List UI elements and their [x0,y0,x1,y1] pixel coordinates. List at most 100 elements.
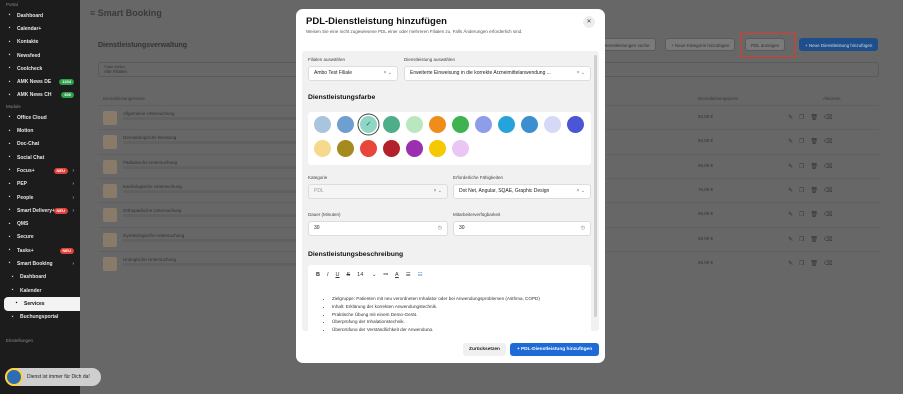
bullet-list-icon[interactable]: ☷ [418,272,423,278]
close-icon[interactable]: ✕ [583,16,595,28]
add-pdl-service-button[interactable]: + PDL-Dienstleistung hinzufügen [510,343,599,356]
trash-icon[interactable]: ⌫ [824,164,838,170]
color-swatch[interactable] [544,116,561,133]
color-swatch[interactable] [383,140,400,157]
color-swatch[interactable] [498,116,515,133]
sidebar-item-kontakte[interactable]: ▪ Kontakte [0,36,80,49]
color-swatch[interactable] [406,140,423,157]
underline-icon[interactable]: U [336,272,340,278]
sidebar-item-kalender[interactable]: ▪ Kalender [0,284,80,297]
sidebar-item-dashboard[interactable]: ▪ Dashboard [0,271,80,284]
add-category-button[interactable]: + Neue Kategorie hinzufügen [665,38,736,51]
sidebar-item-motion[interactable]: ▪ Motion [0,124,80,137]
copy-icon[interactable]: ❐ [799,139,810,145]
edit-icon[interactable]: ✎ [788,164,799,170]
sidebar-item-social-chat[interactable]: ▪ Social Chat [0,151,80,164]
color-swatch[interactable] [521,116,538,133]
sidebar-item-amk-news-ch[interactable]: ▪ AMK News CH 606 [0,89,80,102]
branch-select[interactable]: Ambo Test Filiale × ⌄ [308,66,398,81]
delete-icon[interactable]: 🗑 [810,164,824,170]
sidebar-item-label: Office Cloud [17,114,47,121]
color-swatch[interactable] [452,116,469,133]
add-service-button[interactable]: + Neue Dienstleistung hinzufügen [799,38,879,51]
ordered-list-icon[interactable]: ☰ [406,272,411,278]
sidebar-settings[interactable]: Einstellungen [0,336,80,345]
color-swatch[interactable] [314,140,331,157]
color-swatch[interactable] [475,116,492,133]
trash-icon[interactable]: ⌫ [824,212,838,218]
sidebar-item-calendar-[interactable]: ▪ Calendar+ [0,22,80,35]
color-swatch[interactable] [337,116,354,133]
copy-icon[interactable]: ❐ [799,212,810,218]
search-services-button[interactable]: Dienstleistungen suche [597,38,656,51]
description-editor[interactable]: B I U S 14 ⌄ ⚯ A ☰ ☷ Zielgruppe: Patient… [308,265,591,331]
copy-icon[interactable]: ❐ [799,164,810,170]
service-select[interactable]: Erweiterte Einweisung in die korrekte Ar… [404,66,591,81]
edit-icon[interactable]: ✎ [788,115,799,121]
color-swatch[interactable] [383,116,400,133]
color-swatch[interactable] [452,140,469,157]
sidebar-item-pep[interactable]: ▪ PEP › [0,178,80,191]
category-select[interactable]: PDL × ⌄ [308,184,448,199]
sidebar-item-people[interactable]: ▪ People › [0,191,80,204]
chevron-down-icon: × ⌄ [433,188,443,194]
color-swatch[interactable] [429,140,446,157]
reset-button[interactable]: Zurücksetzen [463,343,506,356]
row-actions: ✎❐🗑⌫ [788,114,839,121]
sidebar-section-module: Module [6,104,21,110]
sidebar-item-services[interactable]: ▪ Services [4,297,80,311]
delete-icon[interactable]: 🗑 [810,212,824,218]
text-color-icon[interactable]: A [395,272,399,278]
delete-icon[interactable]: 🗑 [810,188,824,194]
color-swatch[interactable]: ✓ [360,116,377,133]
sidebar-item-smart-booking[interactable]: ▪ Smart Booking › [0,257,80,270]
sidebar-item-newsfeed[interactable]: ▪ Newsfeed [0,49,80,62]
trash-icon[interactable]: ⌫ [824,139,838,145]
trash-icon[interactable]: ⌫ [824,115,838,121]
duration-input[interactable]: 30 ◷ [308,221,448,236]
color-swatch[interactable] [406,116,423,133]
sidebar-item-amk-news-de[interactable]: ▪ AMK News DE 1234 [0,75,80,88]
link-icon[interactable]: ⚯ [383,272,388,278]
sidebar-item-coolcheck[interactable]: ▪ Coolcheck [0,62,80,75]
color-swatch[interactable] [360,140,377,157]
color-swatch[interactable] [337,140,354,157]
sidebar-item-office-cloud[interactable]: ▪ Office Cloud [0,111,80,124]
copy-icon[interactable]: ❐ [799,188,810,194]
color-swatch[interactable] [429,116,446,133]
font-size-select[interactable]: 14 ⌄ [357,272,376,278]
edit-icon[interactable]: ✎ [788,212,799,218]
delete-icon[interactable]: 🗑 [810,139,824,145]
edit-icon[interactable]: ✎ [788,261,799,267]
sidebar-item-secure[interactable]: ▪ Secure [0,231,80,244]
modal-scrollbar[interactable] [594,55,597,317]
copy-icon[interactable]: ❐ [799,237,810,243]
copy-icon[interactable]: ❐ [799,115,810,121]
support-chat-pill[interactable]: Dienst ist immer für Dich da! [5,368,101,386]
sidebar-item-buchungsportal[interactable]: ▪ Buchungsportal [0,311,80,324]
trash-icon[interactable]: ⌫ [824,261,838,267]
copy-icon[interactable]: ❐ [799,261,810,267]
color-swatch[interactable] [567,116,584,133]
sidebar-item-focus-[interactable]: ▪ Focus+ NEU › [0,164,80,177]
staff-availability-input[interactable]: 30 ◷ [453,221,591,236]
delete-icon[interactable]: 🗑 [810,115,824,121]
edit-icon[interactable]: ✎ [788,139,799,145]
delete-icon[interactable]: 🗑 [810,261,824,267]
color-swatch[interactable] [314,116,331,133]
sidebar-item-dashboard[interactable]: ▪ Dashboard [0,9,80,22]
trash-icon[interactable]: ⌫ [824,237,838,243]
trash-icon[interactable]: ⌫ [824,188,838,194]
flag-de-icon: ▪ [8,78,11,85]
strikethrough-icon[interactable]: S [347,272,351,278]
sidebar-item-tasks-[interactable]: ▪ Tasks+ NEU [0,244,80,257]
bold-icon[interactable]: B [316,272,320,278]
edit-icon[interactable]: ✎ [788,188,799,194]
italic-icon[interactable]: I [327,272,329,278]
sidebar-item-qms[interactable]: ▪ QMS [0,217,80,230]
delete-icon[interactable]: 🗑 [810,237,824,243]
sidebar-item-doc-chat[interactable]: ▪ Doc-Chat [0,138,80,151]
sidebar-item-smart-delivery-[interactable]: ▪ Smart Delivery+ NEU › [0,204,80,217]
edit-icon[interactable]: ✎ [788,237,799,243]
skills-select[interactable]: Dot Net, Angular, SQAE, Graphic Design ×… [453,184,591,199]
